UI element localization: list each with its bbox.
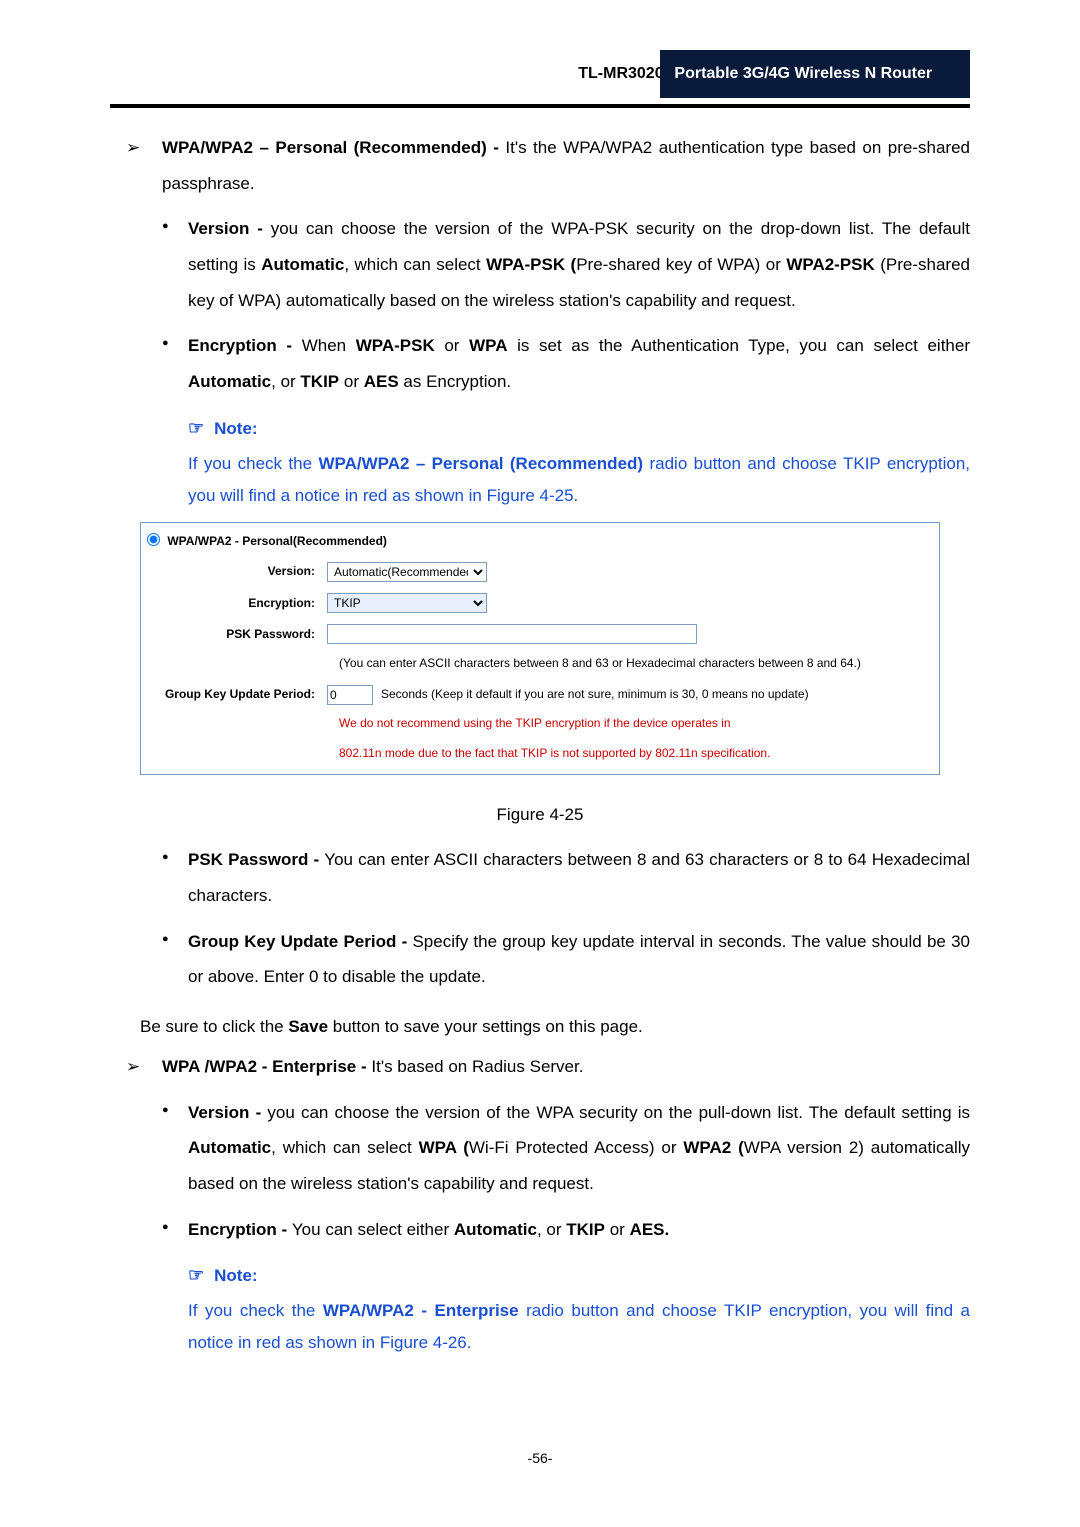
figure-caption: Figure 4-25: [110, 797, 970, 833]
ee-t2: , or: [537, 1220, 566, 1239]
wpa-panel-title: WPA/WPA2 - Personal(Recommended): [167, 534, 387, 548]
save-pre: Be sure to click the: [140, 1017, 288, 1036]
note-2-pre: If you check the: [188, 1301, 323, 1320]
note-2-bold: WPA/WPA2 - Enterprise: [323, 1301, 519, 1320]
note-1: ☞ Note: If you check the WPA/WPA2 – Pers…: [188, 410, 970, 512]
enc-t4: , or: [271, 372, 300, 391]
ee-tkip: TKIP: [566, 1220, 605, 1239]
note-2-head: Note:: [214, 1258, 257, 1294]
header-band: TL-MR3020 Portable 3G/4G Wireless N Rout…: [110, 50, 970, 98]
hand-icon: ☞: [188, 410, 204, 448]
version-select[interactable]: Automatic(Recommended): [327, 562, 487, 582]
wpa-personal-radio[interactable]: [147, 533, 160, 546]
version-auto: Automatic: [261, 255, 344, 274]
psk-password-input[interactable]: [327, 624, 697, 644]
enc-t2: or: [435, 336, 469, 355]
ee-aes: AES.: [630, 1220, 670, 1239]
encryption-label: Encryption -: [188, 336, 302, 355]
save-bold: Save: [288, 1017, 328, 1036]
group-key-item: Group Key Update Period - Specify the gr…: [162, 924, 970, 995]
tkip-warning-1: We do not recommend using the TKIP encry…: [141, 710, 939, 739]
enc-aes: AES: [364, 372, 399, 391]
ev-t3: Wi-Fi Protected Access) or: [469, 1138, 684, 1157]
ent-encryption-label: Encryption -: [188, 1220, 292, 1239]
label-group: Group Key Update Period:: [147, 682, 327, 707]
page-content: WPA/WPA2 – Personal (Recommended) - It's…: [110, 130, 970, 1360]
wpa-panel-title-row: WPA/WPA2 - Personal(Recommended): [141, 523, 939, 556]
enc-t1: When: [302, 336, 356, 355]
ev-t2: , which can select: [271, 1138, 418, 1157]
ev-t1: you can choose the version of the WPA se…: [267, 1103, 970, 1122]
psk-password-label: PSK Password -: [188, 850, 324, 869]
tkip-warning-2: 802.11n mode due to the fact that TKIP i…: [141, 740, 939, 774]
version-text-3: Pre-shared key of WPA) or: [576, 255, 786, 274]
enc-auto: Automatic: [188, 372, 271, 391]
group-key-hint: Seconds (Keep it default if you are not …: [381, 682, 809, 707]
note-1-head: Note:: [214, 411, 257, 447]
enc-t5: or: [339, 372, 364, 391]
ent-version-label: Version -: [188, 1103, 267, 1122]
save-instruction: Be sure to click the Save button to save…: [110, 1009, 970, 1045]
label-version: Version:: [147, 559, 327, 584]
wpa-panel: WPA/WPA2 - Personal(Recommended) Version…: [140, 522, 940, 775]
label-encryption: Encryption:: [147, 591, 327, 616]
psk-hint: (You can enter ASCII characters between …: [141, 650, 939, 679]
version-wpa2psk: WPA2-PSK: [786, 255, 874, 274]
ev-wpa: WPA (: [419, 1138, 469, 1157]
note-2: ☞ Note: If you check the WPA/WPA2 - Ente…: [188, 1257, 970, 1359]
hand-icon: ☞: [188, 1257, 204, 1295]
note-1-pre: If you check the: [188, 454, 318, 473]
version-item: Version - you can choose the version of …: [162, 211, 970, 318]
enc-wpapsk: WPA-PSK: [356, 336, 435, 355]
figure-4-25: WPA/WPA2 - Personal(Recommended) Version…: [110, 522, 970, 832]
enc-t3: is set as the Authentication Type, you c…: [507, 336, 970, 355]
label-psk: PSK Password:: [147, 622, 327, 647]
enc-t6: as Encryption.: [399, 372, 511, 391]
save-post: button to save your settings on this pag…: [328, 1017, 643, 1036]
version-label: Version -: [188, 219, 271, 238]
wpa-enterprise-desc: It's based on Radius Server.: [371, 1057, 583, 1076]
version-text-2: , which can select: [344, 255, 486, 274]
wpa-enterprise-heading: WPA /WPA2 - Enterprise - It's based on R…: [110, 1049, 970, 1085]
enc-tkip: TKIP: [300, 372, 339, 391]
page-number: -56-: [110, 1450, 970, 1466]
psk-password-item: PSK Password - You can enter ASCII chara…: [162, 842, 970, 913]
ev-auto: Automatic: [188, 1138, 271, 1157]
enc-wpa: WPA: [469, 336, 507, 355]
ee-t1: You can select either: [292, 1220, 454, 1239]
group-key-label: Group Key Update Period -: [188, 932, 412, 951]
wpa-personal-title: WPA/WPA2 – Personal (Recommended) -: [162, 138, 505, 157]
encryption-item: Encryption - When WPA-PSK or WPA is set …: [162, 328, 970, 399]
ev-wpa2: WPA2 (: [683, 1138, 743, 1157]
ent-version-item: Version - you can choose the version of …: [162, 1095, 970, 1202]
ent-encryption-item: Encryption - You can select either Autom…: [162, 1212, 970, 1248]
header-rule: [110, 104, 970, 108]
wpa-enterprise-title: WPA /WPA2 - Enterprise -: [162, 1057, 371, 1076]
header-model: TL-MR3020: [110, 50, 678, 98]
note-1-bold: WPA/WPA2 – Personal (Recommended): [318, 454, 643, 473]
ee-t3: or: [605, 1220, 630, 1239]
ee-auto: Automatic: [454, 1220, 537, 1239]
version-wpapsk: WPA-PSK (: [486, 255, 576, 274]
wpa-personal-heading: WPA/WPA2 – Personal (Recommended) - It's…: [110, 130, 970, 201]
header-product: Portable 3G/4G Wireless N Router: [660, 50, 970, 98]
group-key-input[interactable]: [327, 685, 373, 705]
encryption-select[interactable]: TKIP: [327, 593, 487, 613]
